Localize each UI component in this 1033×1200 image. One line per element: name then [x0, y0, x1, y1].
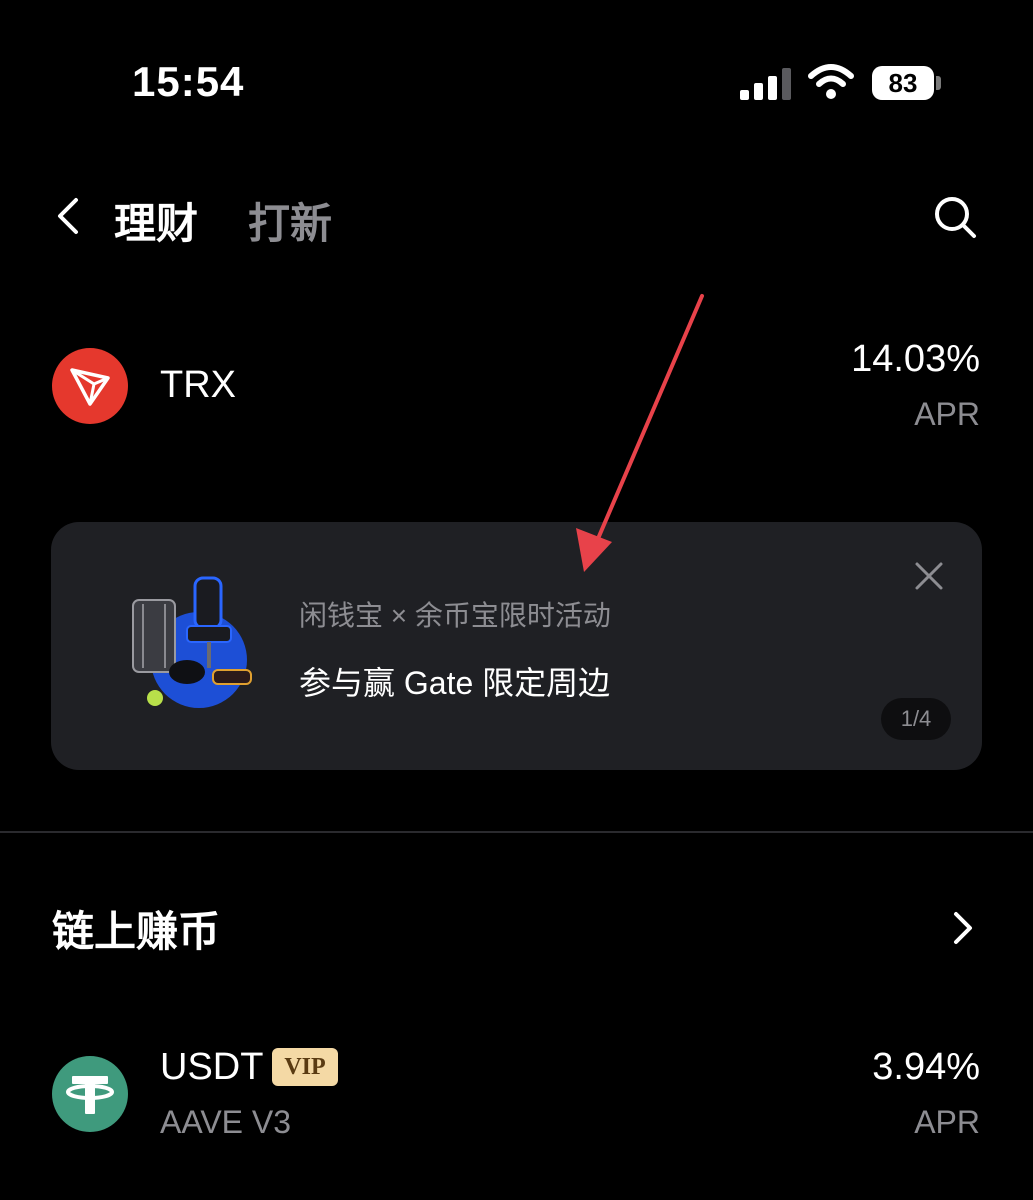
battery-icon: 83	[872, 66, 934, 100]
promo-merch-image	[132, 576, 252, 708]
promo-page-indicator: 1/4	[881, 698, 951, 740]
chevron-left-icon[interactable]	[52, 196, 84, 236]
trx-rate: 14.03%	[851, 338, 980, 380]
trx-logo-icon	[52, 348, 128, 424]
wifi-icon	[808, 64, 854, 99]
section-divider	[0, 831, 1033, 833]
annotation-arrow	[576, 294, 704, 572]
promo-subtitle: 闲钱宝 × 余币宝限时活动	[299, 600, 611, 631]
signal-icon	[740, 68, 791, 100]
usdt-rate: 3.94%	[872, 1046, 980, 1088]
vip-badge: VIP	[272, 1048, 338, 1086]
tab-daxin[interactable]: 打新	[248, 190, 332, 251]
close-icon[interactable]	[913, 560, 945, 592]
usdt-apr-label: APR	[914, 1104, 980, 1140]
trx-apr-label: APR	[914, 396, 980, 432]
tab-licai[interactable]: 理财	[114, 190, 198, 251]
usdt-name[interactable]: USDT	[160, 1046, 263, 1089]
onchain-section-title[interactable]: 链上赚币	[52, 898, 220, 959]
battery-nub	[936, 76, 941, 90]
promo-title: 参与赢 Gate 限定周边	[299, 665, 611, 701]
usdt-logo-icon	[52, 1056, 128, 1132]
search-icon[interactable]	[932, 194, 978, 240]
promo-banner[interactable]: 闲钱宝 × 余币宝限时活动 参与赢 Gate 限定周边 1/4	[51, 522, 982, 770]
status-time: 15:54	[132, 58, 245, 105]
trx-name[interactable]: TRX	[160, 364, 236, 407]
chevron-right-icon[interactable]	[950, 910, 976, 946]
usdt-protocol: AAVE V3	[160, 1104, 292, 1140]
